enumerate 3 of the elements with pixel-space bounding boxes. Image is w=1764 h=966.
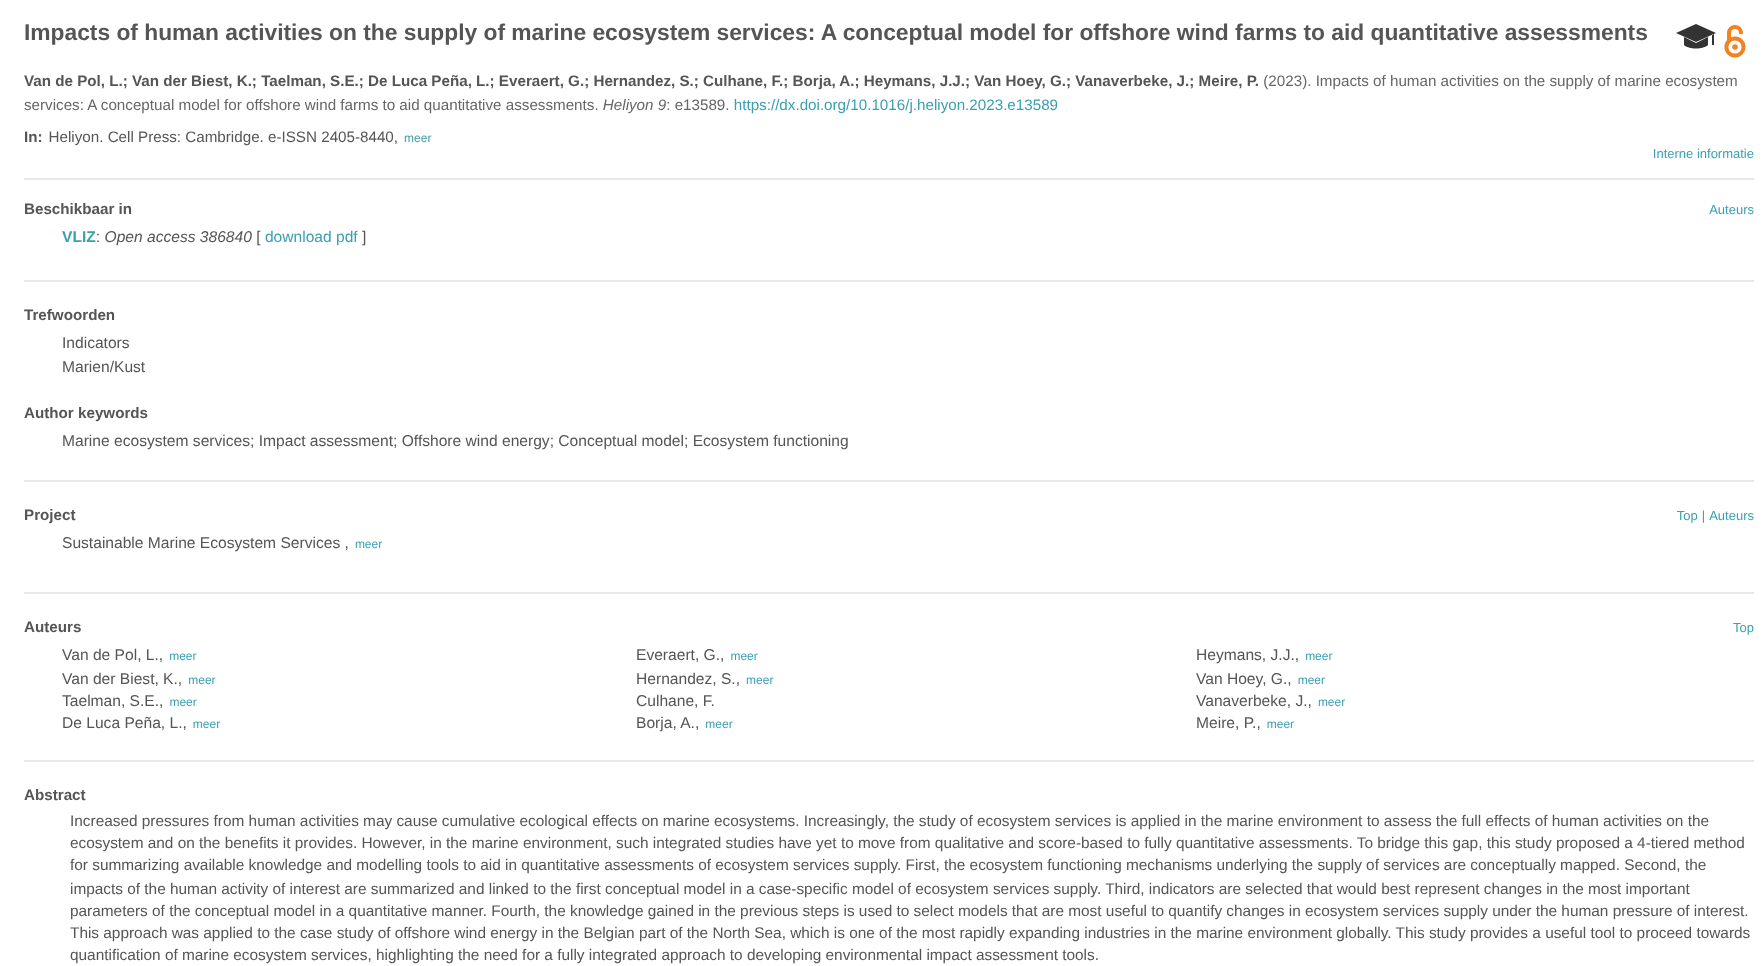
open-access-icon (1724, 24, 1746, 58)
graduation-cap-icon (1676, 24, 1716, 50)
article-title: Impacts of human activities on the supply of marine ecosystem services: A conceptual model for offshore wind farms to aid quantitative assessments (24, 20, 1650, 50)
